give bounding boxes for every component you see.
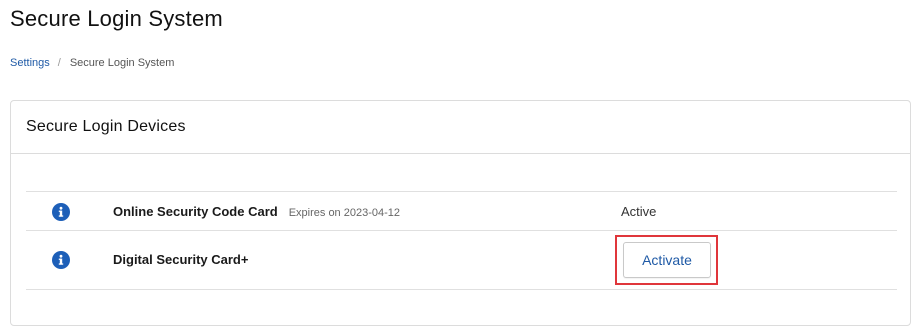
device-row: Online Security Code Card Expires on 2023… bbox=[26, 192, 897, 231]
device-name: Online Security Code Card Expires on 2023… bbox=[113, 204, 400, 219]
breadcrumb-current: Secure Login System bbox=[69, 57, 175, 69]
info-icon[interactable] bbox=[52, 203, 70, 221]
activate-highlight-box: Activate bbox=[615, 235, 718, 285]
panel-header: Secure Login Devices bbox=[11, 101, 910, 154]
device-expiry: Expires on 2023-04-12 bbox=[288, 207, 400, 219]
device-name-label: Online Security Code Card bbox=[113, 204, 278, 219]
device-row: Digital Security Card+ Activate bbox=[26, 231, 897, 290]
page-title: Secure Login System bbox=[10, 6, 223, 31]
info-icon[interactable] bbox=[52, 251, 70, 269]
breadcrumb-link-settings[interactable]: Settings bbox=[10, 57, 50, 69]
device-status: Active bbox=[621, 204, 657, 219]
breadcrumb-separator: / bbox=[57, 57, 61, 69]
device-name: Digital Security Card+ bbox=[113, 252, 249, 267]
device-table: Online Security Code Card Expires on 2023… bbox=[26, 191, 897, 290]
panel-title: Secure Login Devices bbox=[26, 118, 186, 135]
breadcrumb: Settings / Secure Login System bbox=[10, 57, 174, 69]
activate-button[interactable]: Activate bbox=[623, 242, 711, 278]
